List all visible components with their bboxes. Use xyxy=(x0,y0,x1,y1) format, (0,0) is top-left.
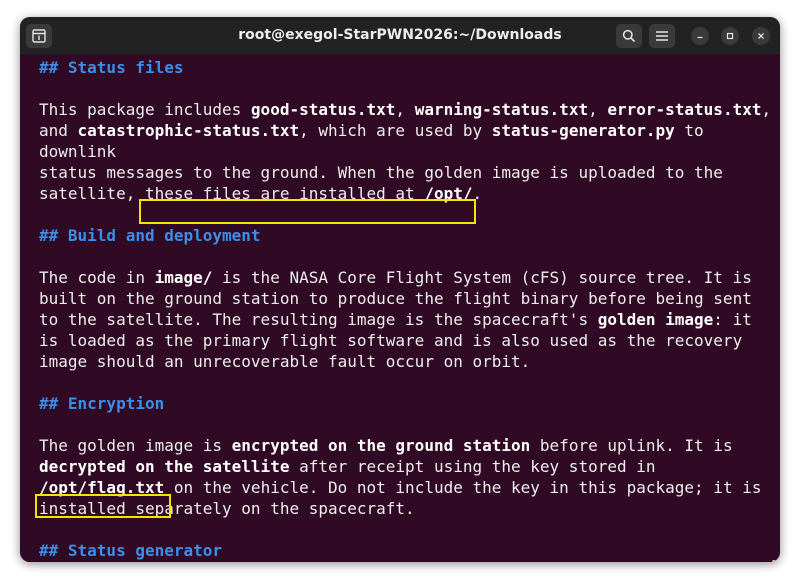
terminal-line: and catastrophic-status.txt, which are u… xyxy=(39,120,704,141)
markdown-heading: ## Status files xyxy=(39,58,184,77)
title-bar[interactable]: root@exegol-StarPWN2026:~/Downloads xyxy=(20,17,780,54)
hamburger-menu-icon xyxy=(656,31,668,41)
minimize-icon xyxy=(697,36,703,39)
terminal-text: The golden image is xyxy=(39,436,232,455)
terminal-text: This package includes xyxy=(39,100,251,119)
terminal-text: catastrophic-status.txt xyxy=(77,121,300,140)
markdown-heading: ## Build and deployment xyxy=(39,226,261,245)
terminal-output[interactable]: ## Status generator installed separately … xyxy=(20,54,780,562)
terminal-line: image should an unrecoverable fault occu… xyxy=(39,351,530,372)
terminal-line: is loaded as the primary flight software… xyxy=(39,330,742,351)
terminal-line: to the satellite. The resulting image is… xyxy=(39,309,752,330)
terminal-text: to the satellite. The resulting image is… xyxy=(39,310,598,329)
terminal-text: image/ xyxy=(154,268,213,287)
terminal-text: encrypted on the ground station xyxy=(231,436,531,455)
highlight-box-flag-path xyxy=(35,494,171,518)
menu-button[interactable] xyxy=(649,24,675,48)
terminal-line: decrypted on the satellite after receipt… xyxy=(39,456,656,477)
terminal-line: The code in image/ is the NASA Core Flig… xyxy=(39,267,752,288)
maximize-icon xyxy=(726,32,734,40)
markdown-heading: ## Encryption xyxy=(39,394,165,413)
terminal-window: root@exegol-StarPWN2026:~/Downloads ## S… xyxy=(20,17,780,562)
terminal-text: golden image xyxy=(597,310,714,329)
maximize-button[interactable] xyxy=(721,27,739,45)
terminal-text: good-status.txt xyxy=(250,100,396,119)
terminal-line: ## Build and deployment xyxy=(39,225,261,246)
scrollbar-thumb[interactable] xyxy=(772,560,776,562)
terminal-text: on the vehicle. Do not include the key i… xyxy=(164,478,762,497)
terminal-text: downlink xyxy=(39,142,117,161)
terminal-text: is the NASA Core Flight System (cFS) sou… xyxy=(212,268,752,287)
close-button[interactable] xyxy=(752,27,770,45)
terminal-line: ## Status files xyxy=(39,57,184,78)
terminal-text: , xyxy=(761,100,772,119)
highlight-box-opt xyxy=(139,199,476,224)
terminal-text: , xyxy=(395,100,415,119)
terminal-line: The golden image is encrypted on the gro… xyxy=(39,435,733,456)
terminal-text: : it xyxy=(713,310,752,329)
terminal-text: built on the ground station to produce t… xyxy=(39,289,752,308)
terminal-text: before uplink. It is xyxy=(530,436,733,455)
search-icon xyxy=(622,29,636,43)
terminal-text: is loaded as the primary flight software… xyxy=(39,331,743,350)
terminal-line: built on the ground station to produce t… xyxy=(39,288,752,309)
terminal-line: downlink xyxy=(39,141,116,162)
terminal-line: status messages to the ground. When the … xyxy=(39,162,723,183)
markdown-heading: ## Status generator xyxy=(39,541,223,560)
terminal-text: The code in xyxy=(39,268,155,287)
terminal-text: , which are used by xyxy=(299,121,492,140)
terminal-text: , xyxy=(588,100,608,119)
search-button[interactable] xyxy=(616,24,642,48)
terminal-text: warning-status.txt xyxy=(414,100,589,119)
terminal-text: after receipt using the key stored in xyxy=(289,457,656,476)
terminal-text: image should an unrecoverable fault occu… xyxy=(39,352,531,371)
terminal-text: and xyxy=(39,121,78,140)
minimize-button[interactable] xyxy=(691,27,709,45)
terminal-line: ## Encryption xyxy=(39,393,164,414)
terminal-text: status-generator.py xyxy=(491,121,675,140)
terminal-line: This package includes good-status.txt, w… xyxy=(39,99,771,120)
terminal-line: ## Status generator xyxy=(39,540,222,561)
terminal-text: decrypted on the satellite xyxy=(39,457,290,476)
terminal-text: status messages to the ground. When the … xyxy=(39,163,723,182)
terminal-text: error-status.txt xyxy=(607,100,762,119)
close-icon xyxy=(758,33,764,39)
terminal-text: to xyxy=(674,121,704,140)
